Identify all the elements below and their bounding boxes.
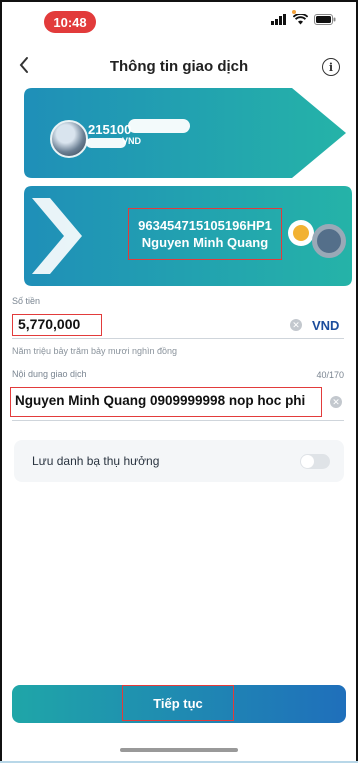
beneficiary-account-number: 963454715105196HP1	[138, 218, 272, 233]
amount-input[interactable]: 5,770,000	[12, 314, 102, 336]
header: Thông tin giao dịch i	[0, 52, 358, 84]
continue-label: Tiếp tục	[122, 685, 234, 721]
clear-content-icon[interactable]: ✕	[330, 396, 342, 408]
clear-amount-icon[interactable]: ✕	[290, 319, 302, 331]
status-time: 10:48	[44, 11, 96, 33]
screen-frame-top	[0, 0, 358, 2]
source-balance-currency: VND	[122, 136, 142, 146]
wifi-icon	[293, 14, 308, 25]
screen-frame-left	[0, 0, 2, 763]
status-icons	[271, 14, 336, 25]
save-contact-label: Lưu danh bạ thụ hưởng	[32, 454, 160, 468]
content-label: Nội dung giao dịch	[12, 369, 87, 379]
save-contact-row: Lưu danh bạ thụ hưởng	[14, 440, 344, 482]
continue-button[interactable]: Tiếp tục	[12, 685, 346, 723]
bank-logo-icon	[288, 220, 314, 246]
source-account-number: 215100	[88, 122, 132, 137]
amount-label: Số tiền	[12, 296, 41, 306]
char-count: 40/170	[316, 370, 344, 380]
signal-icon	[271, 14, 286, 25]
page-title: Thông tin giao dịch	[109, 58, 249, 75]
home-indicator[interactable]	[120, 748, 238, 752]
status-bar: 10:48	[0, 4, 358, 44]
avatar	[50, 120, 88, 158]
info-icon: i	[328, 60, 334, 74]
battery-icon	[314, 14, 336, 25]
divider	[12, 420, 344, 421]
info-button[interactable]: i	[322, 58, 340, 76]
currency-label: VND	[312, 318, 340, 333]
content-input[interactable]: Nguyen Minh Quang 0909999998 nop hoc phi	[10, 387, 322, 417]
amount-in-words: Năm triệu bảy trăm bảy mươi nghìn đồng	[12, 346, 178, 356]
toggle-knob	[301, 455, 314, 468]
source-account-card[interactable]: 215100 VND	[24, 88, 352, 178]
divider	[12, 338, 344, 339]
beneficiary-highlight: 963454715105196HP1 Nguyen Minh Quang	[128, 208, 282, 260]
save-contact-toggle[interactable]	[300, 454, 330, 469]
redaction-mark	[86, 138, 126, 148]
redaction-mark	[128, 119, 190, 133]
beneficiary-name: Nguyen Minh Quang	[141, 235, 269, 250]
assistive-touch-icon[interactable]	[312, 224, 346, 258]
beneficiary-card[interactable]: 963454715105196HP1 Nguyen Minh Quang	[24, 186, 352, 286]
